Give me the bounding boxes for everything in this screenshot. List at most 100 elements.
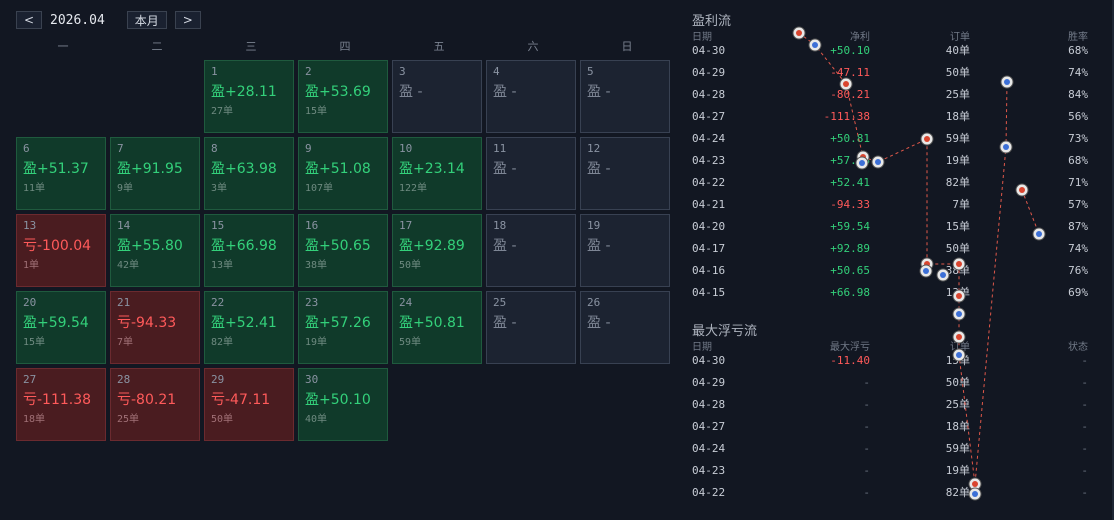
day-number: 16	[305, 219, 319, 232]
row-net: +92.89	[830, 241, 870, 255]
table-row[interactable]: 04-29 -47.11 50单 74%	[692, 61, 1088, 83]
day-order-count: 50单	[399, 260, 422, 271]
row-status: -	[1081, 463, 1088, 477]
day-pnl: 盈+23.14	[399, 161, 465, 177]
calendar-day-cell[interactable]: 5 盈 -	[580, 60, 670, 133]
calendar-day-cell[interactable]: 19 盈 -	[580, 214, 670, 287]
calendar-day-cell[interactable]: 27 亏-111.38 18单	[16, 368, 106, 441]
calendar-day-cell[interactable]: 9 盈+51.08 107单	[298, 137, 388, 210]
table-row[interactable]: 04-28 - 25单 -	[692, 393, 1088, 415]
table-row[interactable]: 04-28 -80.21 25单 84%	[692, 83, 1088, 105]
calendar-day-cell[interactable]: 7 盈+91.95 9单	[110, 137, 200, 210]
calendar-day-cell[interactable]: 17 盈+92.89 50单	[392, 214, 482, 287]
day-pnl: 盈 -	[587, 315, 611, 331]
calendar-day-cell[interactable]: 30 盈+50.10 40单	[298, 368, 388, 441]
calendar-day-cell[interactable]: 13 亏-100.04 1单	[16, 214, 106, 287]
row-max-float: -	[863, 485, 870, 499]
table-row[interactable]: 04-17 +92.89 50单 74%	[692, 237, 1088, 259]
table-row[interactable]: 04-27 - 18单 -	[692, 415, 1088, 437]
col-date: 日期	[692, 342, 712, 353]
day-number: 30	[305, 373, 319, 386]
calendar-day-cell[interactable]: 28 亏-80.21 25单	[110, 368, 200, 441]
day-order-count: 19单	[305, 337, 328, 348]
table-row[interactable]: 04-29 - 50单 -	[692, 371, 1088, 393]
table-row[interactable]: 04-15 +66.98 13单 69%	[692, 281, 1088, 303]
day-pnl: 盈+50.81	[399, 315, 465, 331]
row-orders: 50单	[945, 242, 970, 255]
day-number: 10	[399, 142, 413, 155]
row-orders: 13单	[945, 286, 970, 299]
calendar-day-cell[interactable]: 21 亏-94.33 7单	[110, 291, 200, 364]
day-number: 14	[117, 219, 131, 232]
row-orders: 25单	[945, 398, 970, 411]
row-winrate: 73%	[1068, 131, 1088, 145]
next-month-button[interactable]: >	[174, 11, 201, 29]
row-max-float: -	[863, 441, 870, 455]
table-row[interactable]: 04-22 - 82单 -	[692, 481, 1088, 503]
calendar-day-cell[interactable]: 24 盈+50.81 59单	[392, 291, 482, 364]
col-status: 状态	[1068, 342, 1088, 353]
table-row[interactable]: 04-21 -94.33 7单 57%	[692, 193, 1088, 215]
table-row[interactable]: 04-16 +50.65 38单 76%	[692, 259, 1088, 281]
row-date: 04-27	[692, 109, 726, 123]
calendar-day-cell[interactable]: 10 盈+23.14 122单	[392, 137, 482, 210]
row-orders: 40单	[945, 44, 970, 57]
day-number: 11	[493, 142, 507, 155]
row-orders: 38单	[945, 264, 970, 277]
day-pnl: 盈+92.89	[399, 238, 465, 254]
table-row[interactable]: 04-27 -111.38 18单 56%	[692, 105, 1088, 127]
calendar-empty-cell	[110, 60, 200, 133]
calendar-day-cell[interactable]: 2 盈+53.69 15单	[298, 60, 388, 133]
table-row[interactable]: 04-20 +59.54 15单 87%	[692, 215, 1088, 237]
calendar-day-cell[interactable]: 22 盈+52.41 82单	[204, 291, 294, 364]
calendar-day-cell[interactable]: 6 盈+51.37 11单	[16, 137, 106, 210]
day-number: 24	[399, 296, 413, 309]
row-date: 04-15	[692, 285, 726, 299]
calendar-day-cell[interactable]: 14 盈+55.80 42单	[110, 214, 200, 287]
row-date: 04-17	[692, 241, 726, 255]
calendar-day-cell[interactable]: 11 盈 -	[486, 137, 576, 210]
month-navigator: < 2026.04 本月 >	[16, 10, 201, 30]
calendar-day-cell[interactable]: 25 盈 -	[486, 291, 576, 364]
row-date: 04-30	[692, 43, 726, 57]
day-pnl: 盈+28.11	[211, 84, 277, 100]
row-date: 04-29	[692, 375, 726, 389]
calendar-day-cell[interactable]: 18 盈 -	[486, 214, 576, 287]
calendar-day-cell[interactable]: 26 盈 -	[580, 291, 670, 364]
row-net: +50.10	[830, 43, 870, 57]
table-row[interactable]: 04-23 +57.26 19单 68%	[692, 149, 1088, 171]
day-order-count: 107单	[305, 183, 334, 194]
col-date: 日期	[692, 32, 712, 43]
prev-month-button[interactable]: <	[16, 11, 42, 29]
table-row[interactable]: 04-24 - 59单 -	[692, 437, 1088, 459]
row-orders: 18单	[945, 420, 970, 433]
row-status: -	[1081, 353, 1088, 367]
calendar-day-cell[interactable]: 12 盈 -	[580, 137, 670, 210]
float-flow-title: 最大浮亏流	[692, 324, 758, 339]
calendar-day-cell[interactable]: 3 盈 -	[392, 60, 482, 133]
row-date: 04-29	[692, 65, 726, 79]
day-order-count: 1单	[23, 260, 40, 271]
calendar-day-cell[interactable]: 1 盈+28.11 27单	[204, 60, 294, 133]
calendar-day-cell[interactable]: 29 亏-47.11 50单	[204, 368, 294, 441]
calendar-day-cell[interactable]: 16 盈+50.65 38单	[298, 214, 388, 287]
this-month-button[interactable]: 本月	[126, 11, 167, 29]
calendar-day-cell[interactable]: 8 盈+63.98 3单	[204, 137, 294, 210]
calendar-grid: 1 盈+28.11 27单 2 盈+53.69 15单 3 盈 - 4 盈 - 5 盈 - 6 盈+51.…	[16, 60, 674, 441]
table-row[interactable]: 04-24 +50.81 59单 73%	[692, 127, 1088, 149]
day-number: 15	[211, 219, 225, 232]
table-row[interactable]: 04-23 - 19单 -	[692, 459, 1088, 481]
row-orders: 59单	[945, 132, 970, 145]
table-row[interactable]: 04-22 +52.41 82单 71%	[692, 171, 1088, 193]
day-order-count: 82单	[211, 337, 234, 348]
calendar-day-cell[interactable]: 4 盈 -	[486, 60, 576, 133]
row-winrate: 68%	[1068, 43, 1088, 57]
calendar-day-cell[interactable]: 15 盈+66.98 13单	[204, 214, 294, 287]
calendar-day-cell[interactable]: 20 盈+59.54 15单	[16, 291, 106, 364]
calendar-day-cell[interactable]: 23 盈+57.26 19单	[298, 291, 388, 364]
day-pnl: 盈+52.41	[211, 315, 277, 331]
row-date: 04-23	[692, 463, 726, 477]
weekday-label: 三	[245, 40, 257, 53]
row-date: 04-22	[692, 485, 726, 499]
row-orders: 82单	[945, 486, 970, 499]
